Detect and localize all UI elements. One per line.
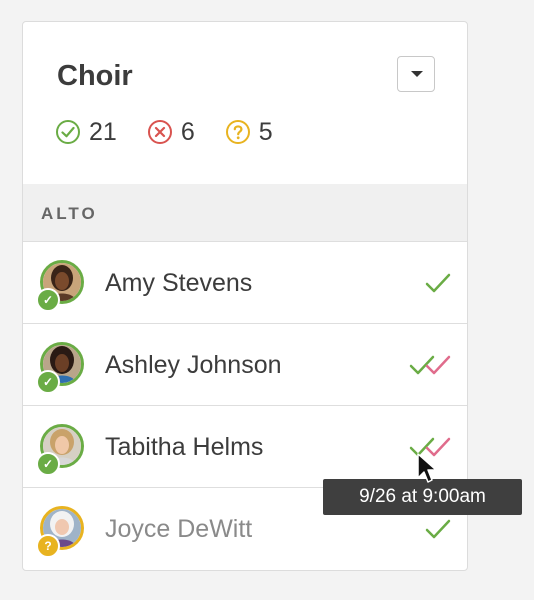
accepted-count: 21 (89, 117, 117, 146)
accepted-stat: 21 (55, 118, 117, 147)
read-time-tooltip: 9/26 at 9:00am (323, 479, 522, 515)
declined-stat: 6 (147, 118, 195, 147)
member-name: Amy Stevens (105, 269, 253, 297)
mouse-pointer-icon (417, 453, 437, 483)
accepted-badge: ✓ (36, 288, 60, 312)
section-label: ALTO (41, 204, 98, 223)
section-header-alto: ALTO (23, 184, 467, 242)
member-name: Tabitha Helms (105, 433, 264, 461)
accepted-badge: ✓ (36, 370, 60, 394)
accepted-badge: ✓ (36, 452, 60, 476)
member-name: Joyce DeWitt (105, 515, 253, 543)
caret-down-icon (411, 71, 423, 77)
checkmark-icon (425, 273, 451, 293)
member-row[interactable]: ✓ Amy Stevens (23, 242, 467, 324)
pending-badge: ? (36, 534, 60, 558)
card-header: Choir 21 6 5 (23, 22, 467, 185)
x-circle-icon (147, 120, 172, 144)
question-circle-icon (225, 120, 250, 144)
declined-count: 6 (180, 117, 195, 146)
check-circle-icon (56, 120, 80, 144)
member-row[interactable]: ✓ Tabitha Helms (23, 406, 467, 488)
double-check-read-icon (409, 355, 451, 375)
pending-count: 5 (258, 117, 273, 146)
status-summary: 21 6 5 (55, 117, 303, 147)
member-name: Ashley Johnson (105, 351, 282, 379)
member-row[interactable]: ✓ Ashley Johnson (23, 324, 467, 406)
pending-stat: 5 (225, 118, 273, 147)
options-dropdown-button[interactable] (397, 56, 435, 92)
checkmark-icon (425, 519, 451, 539)
group-title: Choir (57, 60, 133, 92)
